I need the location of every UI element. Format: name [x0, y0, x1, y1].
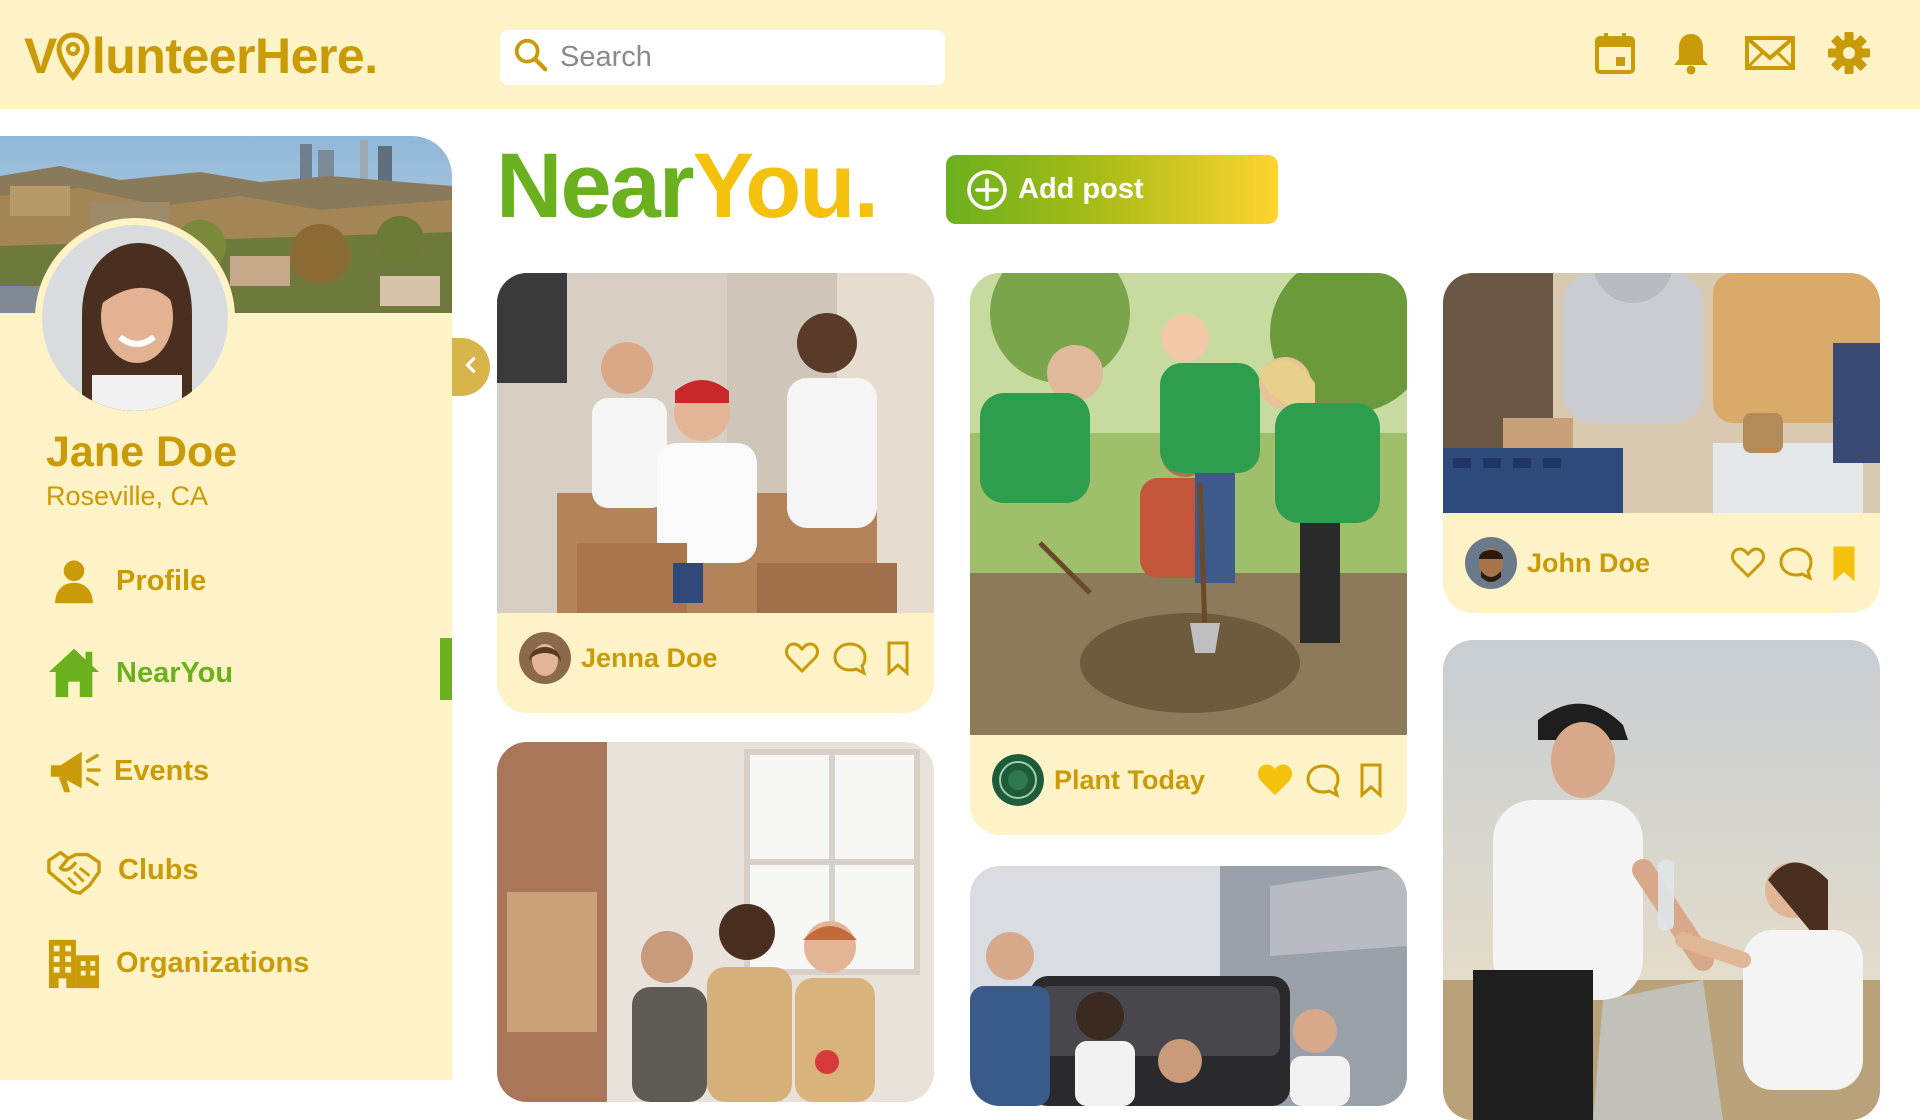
- logo-letter-v: V: [24, 28, 57, 84]
- mail-icon[interactable]: [1744, 30, 1796, 76]
- handshake-icon: [46, 842, 102, 898]
- bell-icon[interactable]: [1668, 30, 1714, 76]
- post-footer: Plant Today: [970, 735, 1407, 825]
- post-image[interactable]: [1443, 273, 1880, 513]
- sidebar-item-label: Clubs: [118, 853, 199, 886]
- bookmark-filled-icon[interactable]: [1826, 545, 1862, 582]
- search-bar[interactable]: [500, 30, 945, 85]
- add-post-label: Add post: [1018, 173, 1144, 205]
- post-card[interactable]: John Doe: [1443, 273, 1880, 613]
- heart-filled-icon[interactable]: [1257, 762, 1293, 798]
- chevron-left-icon: [462, 356, 480, 379]
- top-bar: V lunteerHere.: [0, 0, 1920, 109]
- post-card[interactable]: [497, 742, 934, 1102]
- author-avatar[interactable]: [519, 632, 571, 684]
- building-icon: [46, 935, 102, 991]
- heart-icon[interactable]: [1730, 545, 1766, 581]
- app-logo[interactable]: V lunteerHere.: [24, 26, 378, 86]
- comment-icon[interactable]: [832, 640, 868, 676]
- person-icon: [46, 553, 102, 609]
- comment-icon[interactable]: [1305, 762, 1341, 798]
- top-icon-group: [1592, 30, 1872, 76]
- post-card[interactable]: [1443, 640, 1880, 1120]
- post-card[interactable]: Jenna Doe: [497, 273, 934, 713]
- sidebar-item-organizations[interactable]: Organizations: [0, 928, 452, 998]
- post-footer: Jenna Doe: [497, 613, 934, 703]
- sidebar-item-profile[interactable]: Profile: [0, 546, 452, 616]
- post-image[interactable]: [1443, 640, 1880, 1120]
- logo-text: lunteerHere.: [91, 28, 378, 84]
- sidebar-collapse-button[interactable]: [452, 338, 490, 396]
- author-name[interactable]: Plant Today: [1054, 765, 1205, 796]
- location-pin-icon: [55, 31, 91, 81]
- avatar[interactable]: [42, 225, 228, 411]
- megaphone-icon: [46, 743, 102, 799]
- search-icon: [512, 36, 550, 79]
- bookmark-icon[interactable]: [1353, 762, 1389, 799]
- plus-circle-icon: [966, 169, 1008, 211]
- author-name[interactable]: Jenna Doe: [581, 643, 718, 674]
- post-image[interactable]: [497, 742, 934, 1102]
- sidebar-item-clubs[interactable]: Clubs: [0, 835, 452, 905]
- calendar-icon[interactable]: [1592, 30, 1638, 76]
- page-title: NearYou.: [496, 140, 879, 232]
- sidebar-item-events[interactable]: Events: [0, 736, 452, 806]
- gear-icon[interactable]: [1826, 30, 1872, 76]
- post-actions: [784, 640, 916, 677]
- page-title-you: You.: [692, 135, 879, 237]
- comment-icon[interactable]: [1778, 545, 1814, 581]
- sidebar-item-label: Profile: [116, 564, 207, 597]
- active-indicator: [440, 638, 452, 700]
- sidebar-item-label: Organizations: [116, 946, 310, 979]
- profile-avatar-ring: [35, 218, 235, 418]
- sidebar-item-nearyou[interactable]: NearYou: [0, 638, 452, 708]
- bookmark-icon[interactable]: [880, 640, 916, 677]
- author-avatar[interactable]: [992, 754, 1044, 806]
- heart-icon[interactable]: [784, 640, 820, 676]
- author-avatar[interactable]: [1465, 537, 1517, 589]
- sidebar: Jane Doe Roseville, CA Profile NearYou E…: [0, 136, 452, 1080]
- post-actions: [1730, 545, 1862, 582]
- post-image[interactable]: [970, 273, 1407, 735]
- post-card[interactable]: [970, 866, 1407, 1106]
- home-icon: [46, 645, 102, 701]
- add-post-button[interactable]: Add post: [946, 155, 1278, 224]
- page-title-near: Near: [496, 135, 695, 237]
- sidebar-item-label: NearYou: [116, 656, 234, 689]
- sidebar-item-label: Events: [114, 754, 210, 787]
- author-name[interactable]: John Doe: [1527, 548, 1650, 579]
- search-input[interactable]: [560, 41, 920, 74]
- profile-location: Roseville, CA: [46, 481, 209, 511]
- post-card[interactable]: Plant Today: [970, 273, 1407, 835]
- post-image[interactable]: [497, 273, 934, 613]
- post-actions: [1257, 762, 1389, 799]
- post-image[interactable]: [970, 866, 1407, 1106]
- profile-name: Jane Doe: [46, 428, 238, 476]
- post-footer: John Doe: [1443, 513, 1880, 613]
